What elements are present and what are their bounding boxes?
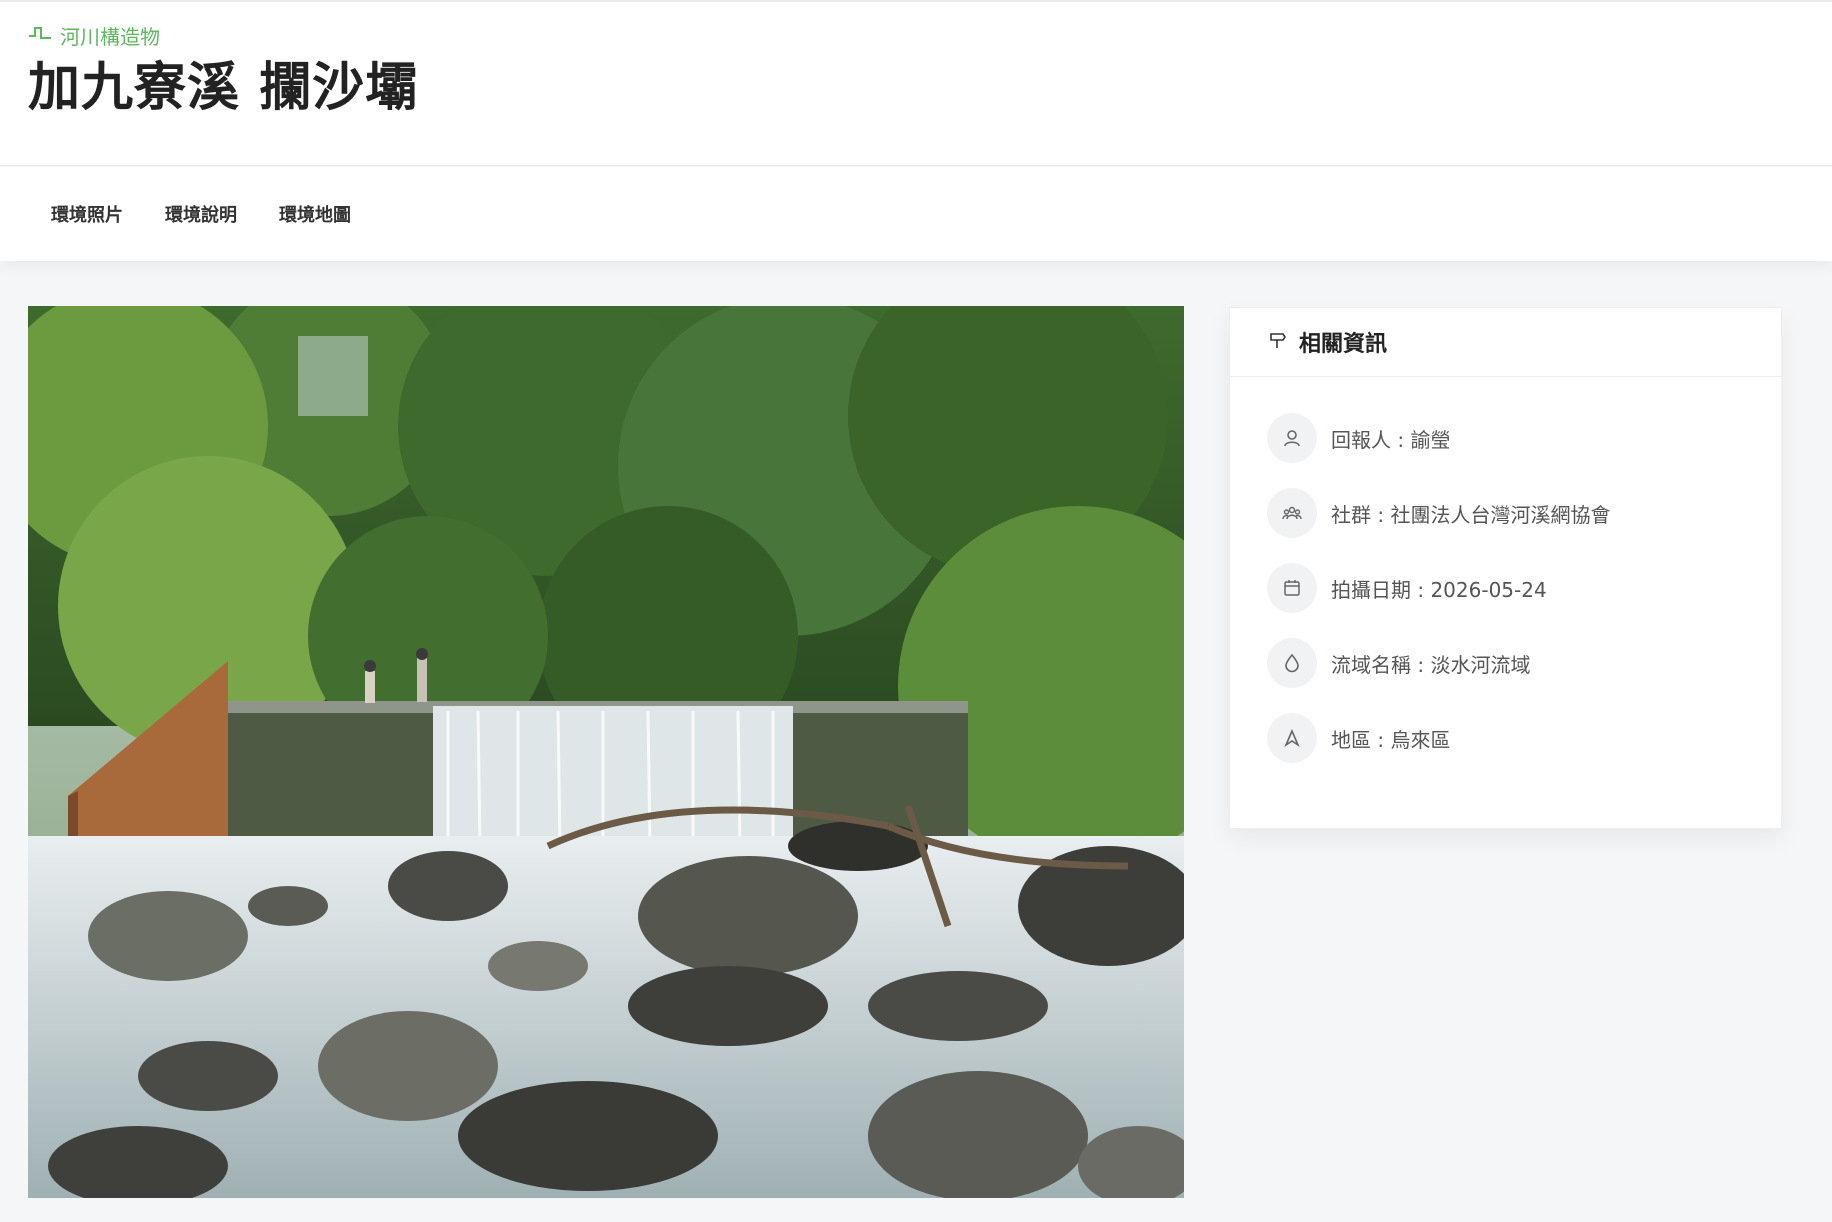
user-icon (1267, 413, 1317, 463)
related-info-header: 相關資訊 (1230, 308, 1781, 377)
community-icon (1267, 488, 1317, 538)
environment-photo[interactable] (28, 306, 1184, 1198)
location-icon (1267, 713, 1317, 763)
info-reporter-text: 回報人 : 諭瑩 (1331, 427, 1451, 452)
info-district: 地區 : 烏來區 (1267, 713, 1781, 763)
info-reporter: 回報人 : 諭瑩 (1267, 413, 1781, 463)
info-community-text: 社群 : 社團法人台灣河溪網協會 (1331, 502, 1611, 527)
category-text: 河川構造物 (60, 24, 160, 49)
info-community: 社群 : 社團法人台灣河溪網協會 (1267, 488, 1781, 538)
calendar-icon (1267, 563, 1317, 613)
info-district-text: 地區 : 烏來區 (1331, 727, 1451, 752)
category-label[interactable]: 河川構造物 (28, 22, 160, 49)
signpost-icon (1269, 331, 1287, 353)
info-basin-text: 流域名稱 : 淡水河流域 (1331, 652, 1531, 677)
page-header: 河川構造物 加九寮溪 攔沙壩 (0, 2, 1832, 166)
check-dam-photo-image (28, 306, 1184, 1198)
related-info-card: 相關資訊 回報人 : 諭瑩 社群: 社團法人台灣河溪網協會 拍攝日期: 20… (1229, 307, 1782, 829)
info-basin: 流域名稱 : 淡水河流域 (1267, 638, 1781, 688)
river-structure-icon (28, 23, 52, 47)
tab-map[interactable]: 環境地圖 (258, 191, 372, 237)
page-title: 加九寮溪 攔沙壩 (28, 58, 419, 118)
info-date: 拍攝日期 : 2026-05-24 (1267, 563, 1781, 613)
related-info-title: 相關資訊 (1299, 332, 1388, 357)
info-date-text: 拍攝日期 : 2026-05-24 (1331, 577, 1547, 602)
tab-photos[interactable]: 環境照片 (30, 191, 144, 237)
tab-bar: 環境照片 環境說明 環境地圖 (0, 167, 1832, 261)
info-list: 回報人 : 諭瑩 社群 : 社團法人台灣河溪網協會 拍攝日期: 2026-05… (1230, 377, 1781, 763)
water-drop-icon (1267, 638, 1317, 688)
tab-description[interactable]: 環境說明 (144, 191, 258, 237)
